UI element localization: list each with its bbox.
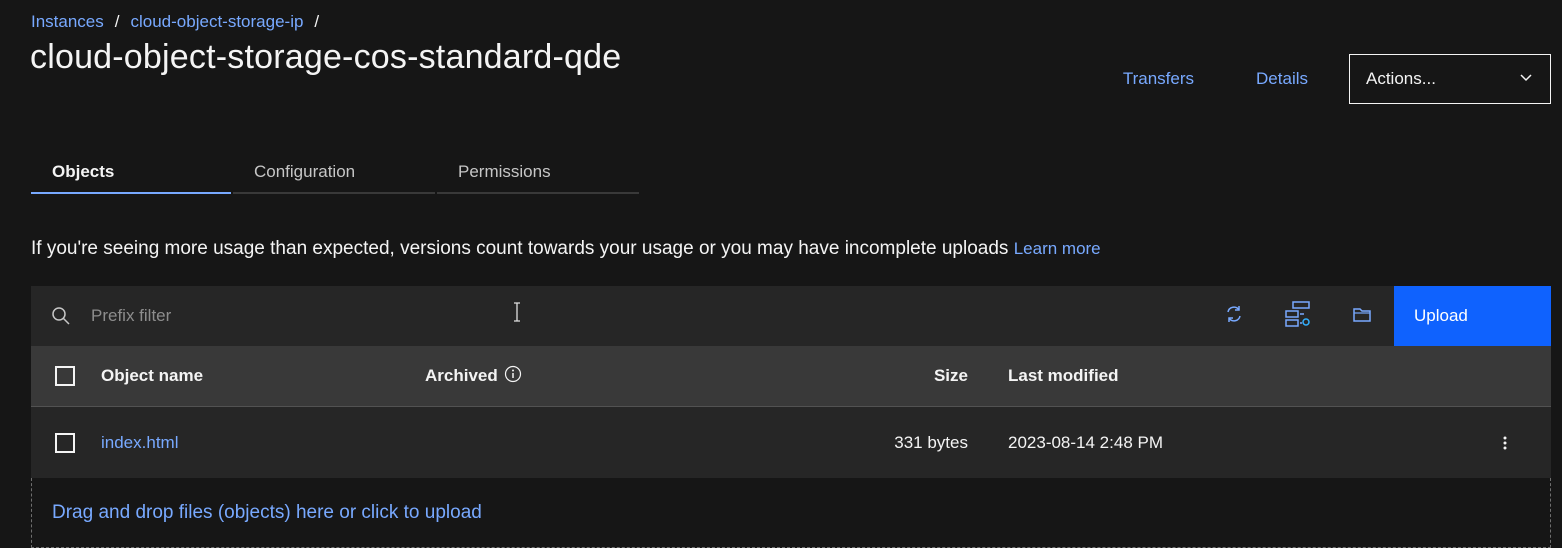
tab-permissions[interactable]: Permissions <box>437 152 639 194</box>
tab-list: Objects Configuration Permissions <box>31 152 639 194</box>
table-row: index.html 331 bytes 2023-08-14 2:48 PM <box>31 406 1551 478</box>
header-actions: Transfers Details Actions... <box>1123 54 1551 104</box>
usage-notice-text: If you're seeing more usage than expecte… <box>31 238 1009 259</box>
dropzone-text: Drag and drop files (objects) here or cl… <box>52 502 482 523</box>
upload-button[interactable]: Upload <box>1394 286 1551 346</box>
last-modified-cell: 2023-08-14 2:48 PM <box>1008 432 1163 452</box>
actions-dropdown-label: Actions... <box>1366 69 1436 88</box>
breadcrumb-instances[interactable]: Instances <box>31 12 104 32</box>
details-link[interactable]: Details <box>1256 69 1308 89</box>
column-archived[interactable]: Archived <box>425 365 725 388</box>
refresh-button[interactable] <box>1202 286 1266 346</box>
object-link[interactable]: index.html <box>101 433 178 452</box>
usage-notice: If you're seeing more usage than expecte… <box>31 238 1101 260</box>
prefix-filter-input[interactable] <box>91 286 1202 346</box>
refresh-icon <box>1224 304 1244 329</box>
upload-dropzone[interactable]: Drag and drop files (objects) here or cl… <box>31 478 1551 548</box>
objects-toolbar: Upload <box>31 286 1551 346</box>
new-folder-button[interactable] <box>1330 286 1394 346</box>
learn-more-link[interactable]: Learn more <box>1014 239 1101 258</box>
column-archived-label: Archived <box>425 366 498 385</box>
column-size[interactable]: Size <box>725 366 968 386</box>
overflow-menu-icon[interactable] <box>1497 428 1513 458</box>
transfers-link[interactable]: Transfers <box>1123 69 1194 89</box>
row-checkbox[interactable] <box>55 432 75 453</box>
breadcrumb: Instances / cloud-object-storage-ip / <box>31 12 319 32</box>
tab-objects[interactable]: Objects <box>31 152 231 194</box>
breadcrumb-cloud-object-storage[interactable]: cloud-object-storage-ip <box>131 12 304 32</box>
table-header: Object name Archived Size Last modified <box>31 346 1551 406</box>
select-all-checkbox[interactable] <box>55 366 75 386</box>
text-cursor-icon <box>512 302 522 322</box>
object-tree-settings-button[interactable] <box>1266 286 1330 346</box>
column-object-name[interactable]: Object name <box>101 366 425 386</box>
object-tree-settings-icon <box>1284 300 1312 333</box>
actions-dropdown[interactable]: Actions... <box>1349 54 1551 104</box>
folder-icon <box>1353 306 1371 327</box>
breadcrumb-separator: / <box>114 12 120 31</box>
page-title: cloud-object-storage-cos-standard-qde <box>30 38 622 76</box>
column-last-modified[interactable]: Last modified <box>1008 366 1488 386</box>
chevron-down-icon <box>1518 69 1534 90</box>
size-cell: 331 bytes <box>894 432 968 452</box>
breadcrumb-separator: / <box>314 12 320 31</box>
info-icon[interactable] <box>504 365 522 388</box>
tab-configuration[interactable]: Configuration <box>233 152 435 194</box>
object-name-cell: index.html <box>101 433 425 453</box>
search-icon <box>31 286 91 346</box>
